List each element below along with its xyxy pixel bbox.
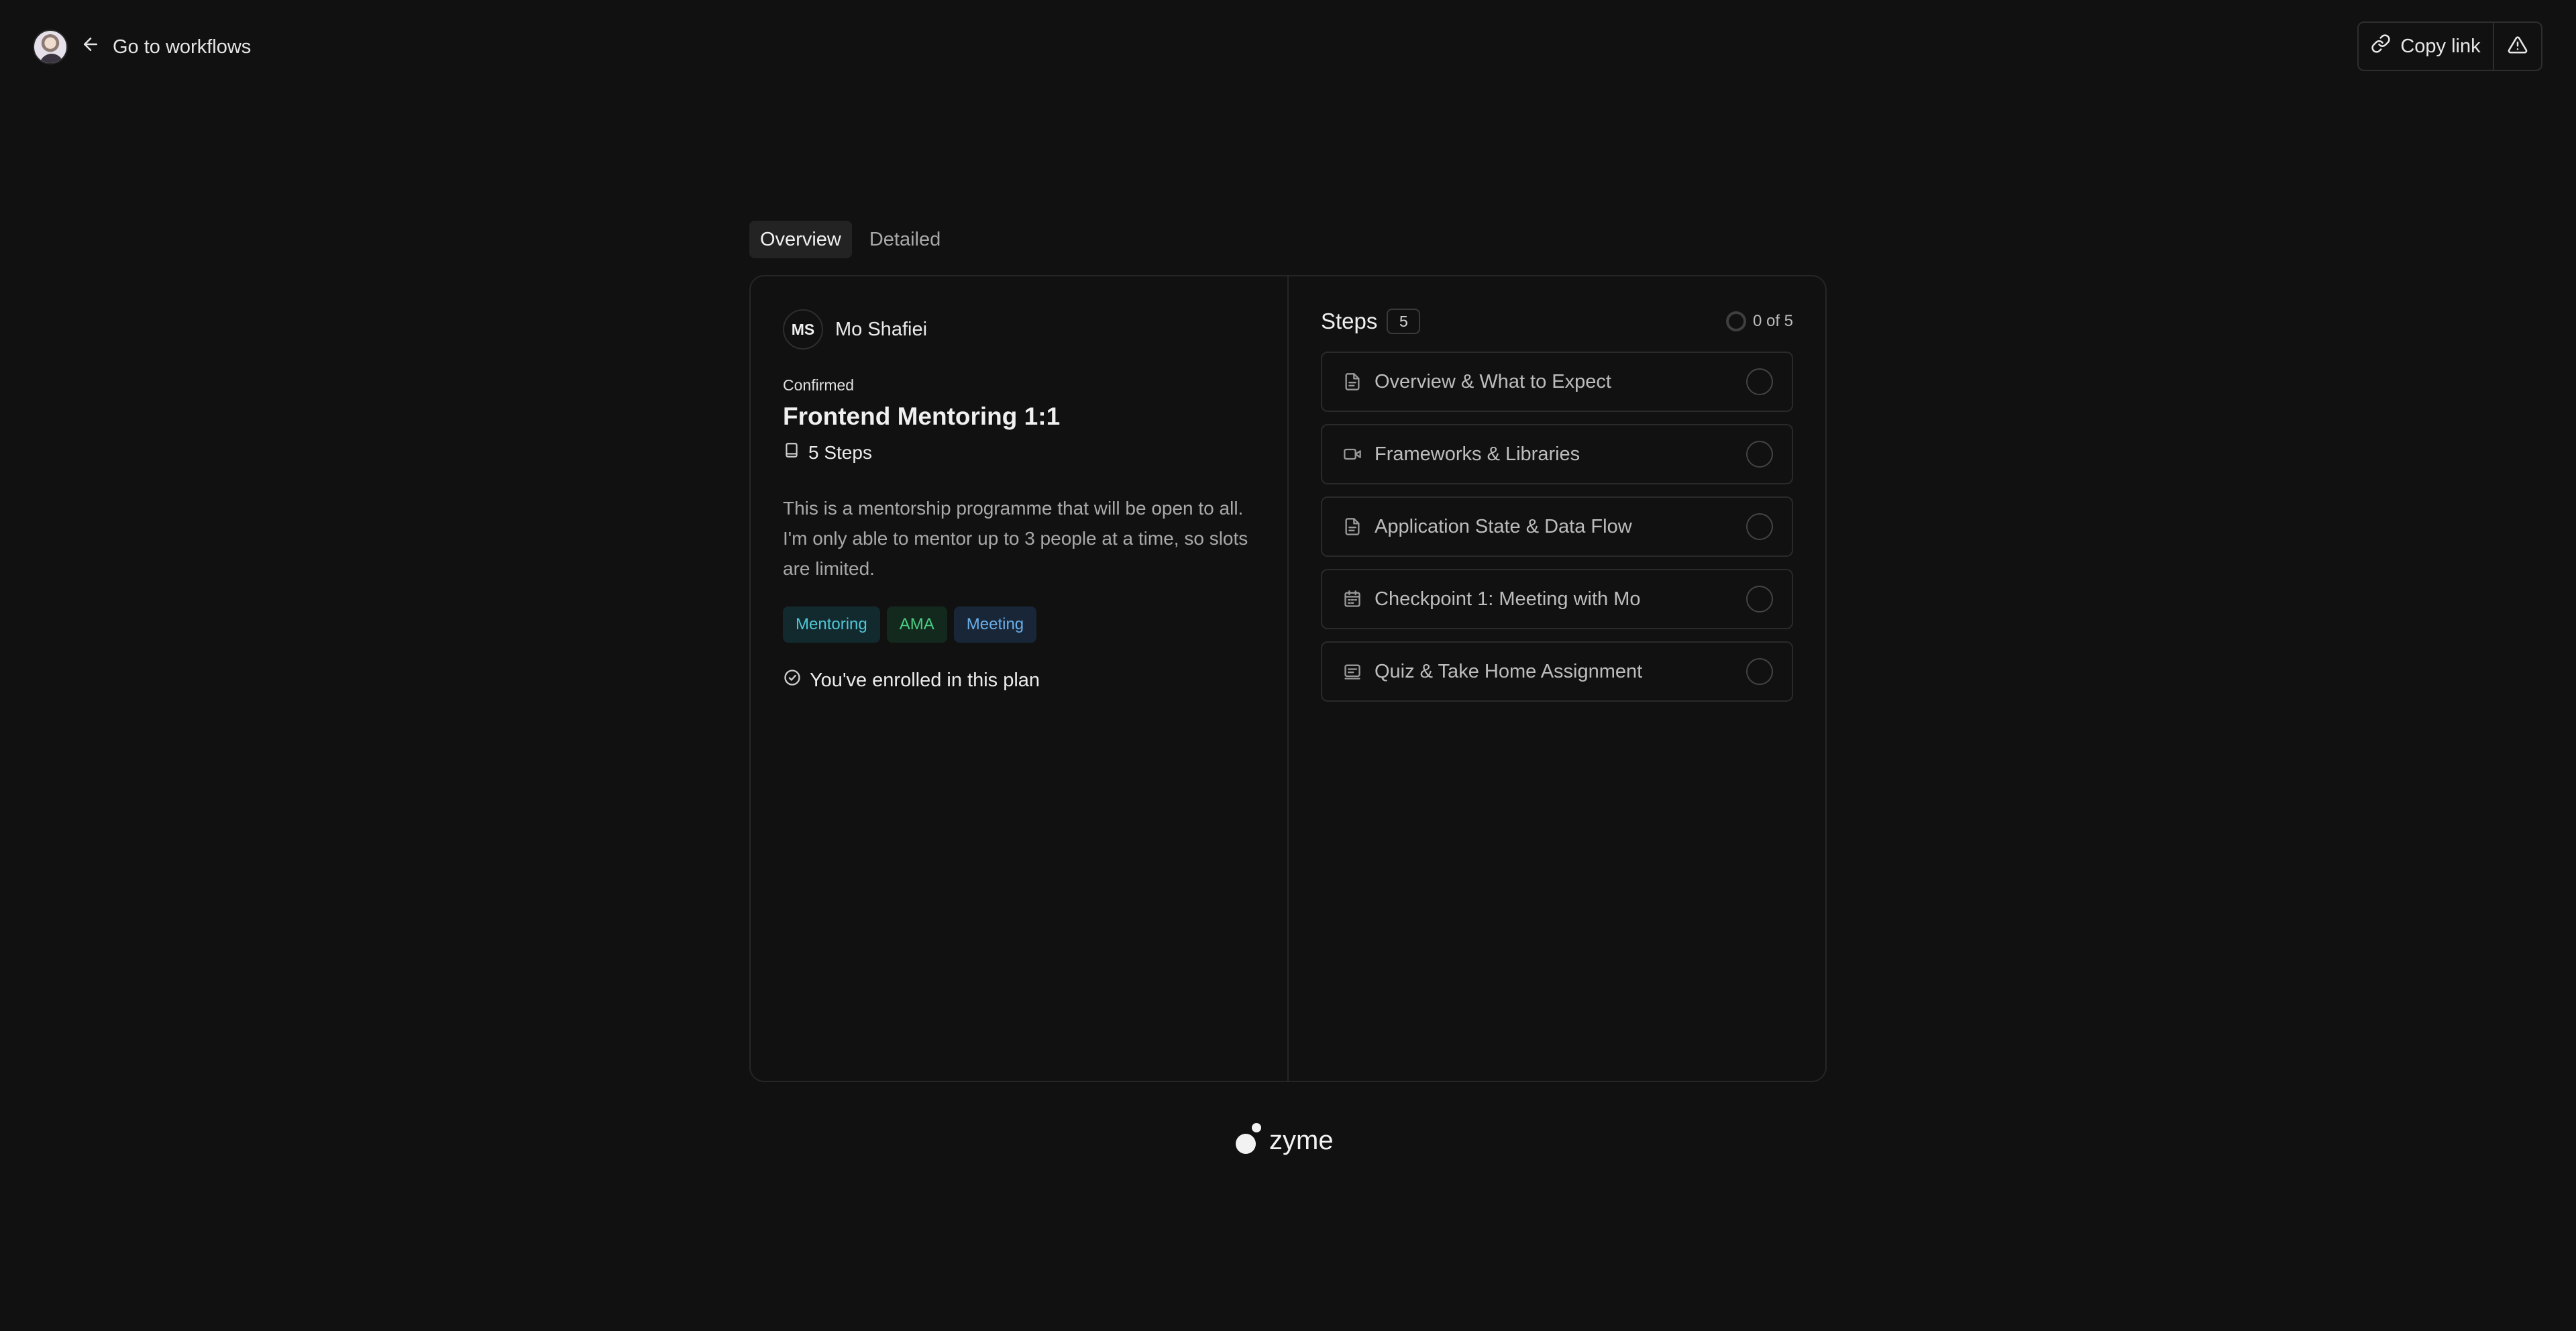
go-to-workflows-link[interactable]: Go to workflows — [80, 32, 251, 62]
step-label: Application State & Data Flow — [1375, 515, 1632, 537]
plan-owner: MS Mo Shafiei — [783, 309, 1255, 350]
go-to-workflows-label: Go to workflows — [113, 36, 252, 58]
plan-overview-pane: MS Mo Shafiei Confirmed Frontend Mentori… — [751, 276, 1289, 1081]
enrolled-label: You've enrolled in this plan — [810, 669, 1040, 691]
step-list: Overview & What to Expect Frameworks & L… — [1321, 352, 1793, 702]
quiz-icon — [1342, 661, 1362, 682]
plan-steps-count: 5 Steps — [783, 441, 1255, 464]
zyme-logo[interactable]: zyme — [1236, 1123, 1334, 1154]
tag-mentoring: Mentoring — [783, 606, 880, 643]
plan-title: Frontend Mentoring 1:1 — [783, 403, 1061, 430]
plan-tags: Mentoring AMA Meeting — [783, 606, 1255, 643]
copy-link-button[interactable]: Copy link — [2359, 23, 2494, 70]
arrow-left-icon — [80, 34, 101, 60]
link-icon — [2371, 34, 2391, 59]
tab-overview[interactable]: Overview — [749, 221, 852, 258]
enrolled-status: You've enrolled in this plan — [783, 668, 1255, 692]
steps-title: Steps — [1321, 309, 1378, 333]
steps-title-group: Steps 5 — [1321, 309, 1421, 334]
steps-pane: Steps 5 0 of 5 Overview & What to Expect — [1289, 276, 1825, 1081]
steps-count-badge: 5 — [1387, 309, 1421, 334]
progress-ring-icon — [1725, 311, 1746, 331]
plan-steps-label: 5 Steps — [808, 441, 872, 463]
plan-status: Confirmed — [783, 376, 855, 394]
warning-icon — [2508, 35, 2528, 58]
video-icon — [1342, 444, 1362, 464]
tab-detailed[interactable]: Detailed — [859, 221, 951, 258]
document-icon — [1342, 372, 1362, 392]
page: Go to workflows Copy link Overview Detai… — [0, 0, 2576, 1331]
top-actions: Copy link — [2357, 21, 2542, 71]
view-tabs: Overview Detailed — [749, 221, 951, 258]
step-item[interactable]: Application State & Data Flow — [1321, 496, 1793, 557]
plan-card: MS Mo Shafiei Confirmed Frontend Mentori… — [749, 275, 1827, 1082]
step-complete-toggle[interactable] — [1746, 658, 1773, 685]
tag-meeting: Meeting — [953, 606, 1037, 643]
step-label: Overview & What to Expect — [1375, 370, 1611, 392]
steps-progress-label: 0 of 5 — [1752, 312, 1793, 330]
step-complete-toggle[interactable] — [1746, 368, 1773, 395]
step-item[interactable]: Quiz & Take Home Assignment — [1321, 641, 1793, 702]
check-circle-icon — [783, 668, 802, 692]
logo-mark-icon — [1236, 1123, 1261, 1154]
step-complete-toggle[interactable] — [1746, 586, 1773, 613]
logo-wordmark: zyme — [1269, 1126, 1334, 1155]
step-complete-toggle[interactable] — [1746, 513, 1773, 540]
step-item[interactable]: Frameworks & Libraries — [1321, 424, 1793, 484]
calendar-icon — [1342, 589, 1362, 609]
step-item[interactable]: Overview & What to Expect — [1321, 352, 1793, 412]
report-button[interactable] — [2494, 23, 2541, 70]
book-icon — [783, 441, 800, 464]
user-avatar[interactable] — [33, 30, 68, 64]
step-complete-toggle[interactable] — [1746, 441, 1773, 468]
steps-progress: 0 of 5 — [1725, 311, 1793, 331]
owner-name: Mo Shafiei — [835, 318, 928, 340]
copy-link-label: Copy link — [2400, 35, 2481, 57]
step-label: Checkpoint 1: Meeting with Mo — [1375, 588, 1641, 610]
owner-avatar: MS — [783, 309, 823, 350]
step-label: Frameworks & Libraries — [1375, 443, 1580, 465]
steps-header: Steps 5 0 of 5 — [1321, 307, 1793, 335]
plan-description: This is a mentorship programme that will… — [783, 498, 1248, 579]
document-icon — [1342, 517, 1362, 537]
step-label: Quiz & Take Home Assignment — [1375, 660, 1643, 682]
tag-ama: AMA — [886, 606, 947, 643]
step-item[interactable]: Checkpoint 1: Meeting with Mo — [1321, 569, 1793, 629]
